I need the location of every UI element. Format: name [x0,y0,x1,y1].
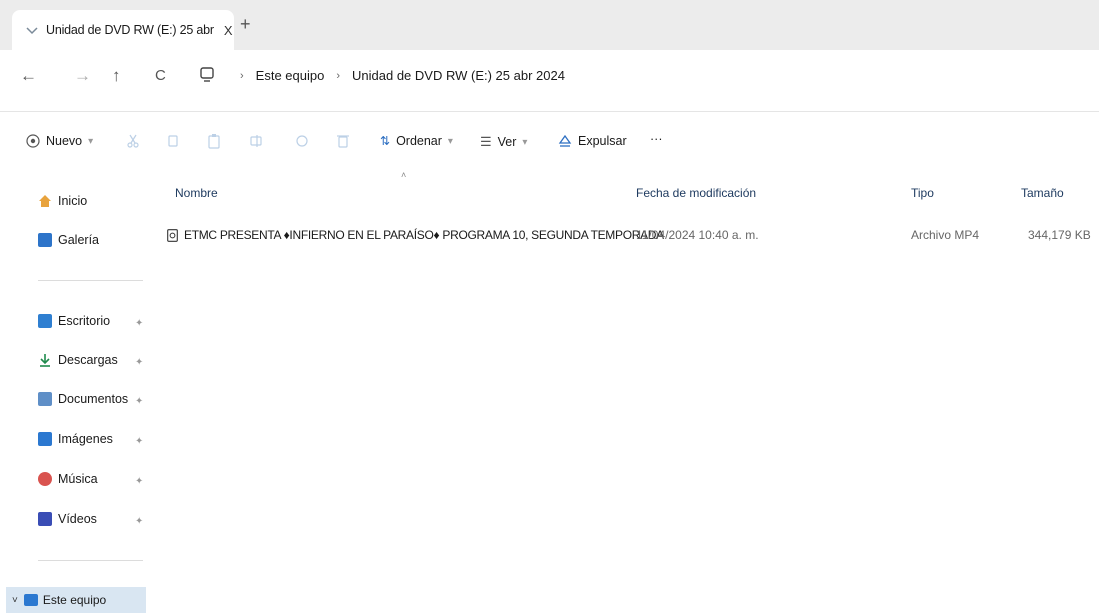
download-icon [38,353,52,367]
plus-circle-icon [26,134,40,148]
chevron-right-icon: › [240,69,244,82]
view-button[interactable]: ☰ Ver ▾ [480,134,527,150]
column-header-date[interactable]: Fecha de modificación [636,186,756,200]
home-icon [38,194,52,208]
sidebar-item-label: Música [58,472,98,486]
share-icon[interactable] [295,133,309,149]
sort-button[interactable]: ⇅ Ordenar ▾ [380,134,453,148]
sidebar-item-documents[interactable]: Documentos [38,392,128,406]
new-tab-button[interactable]: + [240,14,251,35]
sidebar-item-label: Documentos [58,392,129,406]
pin-icon[interactable]: ✦ [135,357,143,368]
eject-button[interactable]: Expulsar [558,134,627,148]
chevron-down-icon: ▾ [522,136,528,148]
video-file-icon [167,228,178,242]
desktop-icon [38,314,52,328]
new-button-label: Nuevo [46,134,83,148]
breadcrumb-this-pc[interactable]: Este equipo [256,68,325,83]
dvd-drive-icon [26,24,38,36]
tab-title: Unidad de DVD RW (E:) 25 abr [46,23,214,37]
sidebar-item-label: Imágenes [58,432,113,446]
chevron-down-icon: ▾ [88,135,94,147]
music-icon [38,472,52,486]
sidebar-item-downloads[interactable]: Descargas [38,353,118,367]
breadcrumb-dvd-drive[interactable]: Unidad de DVD RW (E:) 25 abr 2024 [352,68,565,83]
eject-button-label: Expulsar [578,134,627,148]
new-button[interactable]: Nuevo ▾ [26,134,93,148]
tab-dvd-drive[interactable]: Unidad de DVD RW (E:) 25 abr X [12,10,234,50]
tab-strip: Unidad de DVD RW (E:) 25 abr X + [0,0,1099,50]
computer-icon[interactable] [200,67,214,88]
copy-icon[interactable] [166,133,180,149]
sidebar-item-label: Galería [58,233,99,247]
sidebar-item-pictures[interactable]: Imágenes [38,432,113,446]
sidebar-item-this-pc[interactable]: ˅ Este equipo [6,587,146,613]
refresh-button[interactable]: C [155,66,166,86]
this-pc-icon [23,594,38,606]
sidebar-item-label: Descargas [58,353,118,367]
cut-icon[interactable] [126,133,140,149]
sort-ascending-icon: ˄ [401,170,407,180]
chevron-right-icon: › [336,69,341,82]
more-options-button[interactable]: ··· [650,132,663,146]
sidebar-item-desktop[interactable]: Escritorio [38,314,110,328]
sidebar-item-gallery[interactable]: Galería [38,233,99,247]
rename-icon[interactable] [249,133,263,149]
sort-icon: ⇅ [380,134,391,148]
navigation-bar: ← → ↑ C › Este equipo › Unidad de DVD RW… [0,50,1099,108]
file-date: 11/04/2024 10:40 a. m. [636,228,759,242]
view-button-label: Ver [497,135,517,149]
sidebar-divider [38,280,143,281]
sidebar-item-label: Vídeos [58,512,97,526]
command-bar: Nuevo ▾ ⇅ Ordenar ▾ ☰ Ver ▾ Expulsar ··· [0,120,1099,166]
delete-icon[interactable] [336,133,350,149]
back-button[interactable]: ← [20,66,37,86]
navigation-pane: Inicio Galería Escritorio ✦ Descargas ✦ … [0,170,155,613]
file-row[interactable]: ETMC PRESENTA ♦INFIERNO EN EL PARAÍSO♦ P… [160,218,1091,244]
sidebar-divider [38,560,143,561]
videos-icon [38,512,52,526]
forward-button[interactable]: → [74,66,91,86]
file-name: ETMC PRESENTA ♦INFIERNO EN EL PARAÍSO♦ P… [184,228,664,242]
pin-icon[interactable]: ✦ [135,318,143,329]
pin-icon[interactable]: ✦ [135,396,143,407]
gallery-icon [38,233,52,247]
pin-icon[interactable]: ✦ [135,476,143,487]
file-size: 344,179 KB [1028,228,1091,242]
sidebar-item-music[interactable]: Música [38,472,98,486]
divider [0,111,1099,112]
file-name-cell: ETMC PRESENTA ♦INFIERNO EN EL PARAÍSO♦ P… [167,228,664,242]
up-button[interactable]: ↑ [112,66,121,86]
sidebar-item-label: Escritorio [58,314,111,328]
column-header-type[interactable]: Tipo [911,186,934,200]
paste-icon[interactable] [207,133,221,149]
pictures-icon [38,432,52,446]
sidebar-item-label: Este equipo [42,593,107,607]
eject-icon [558,134,572,148]
column-header-name[interactable]: Nombre [175,186,218,200]
sidebar-item-label: Inicio [58,194,88,208]
sidebar-item-home[interactable]: Inicio [38,194,87,208]
sidebar-item-videos[interactable]: Vídeos [38,512,97,526]
tab-close-button[interactable]: X [224,23,233,38]
pin-icon[interactable]: ✦ [135,436,143,447]
breadcrumb: › Este equipo › Unidad de DVD RW (E:) 25… [228,68,565,83]
chevron-down-icon[interactable]: ˅ [12,595,18,606]
file-type: Archivo MP4 [911,228,980,242]
documents-icon [38,392,52,406]
column-header-size[interactable]: Tamaño [1021,186,1064,200]
pin-icon[interactable]: ✦ [135,516,143,527]
sort-button-label: Ordenar [396,134,442,148]
chevron-down-icon: ▾ [447,135,453,147]
view-icon: ☰ [480,134,492,149]
